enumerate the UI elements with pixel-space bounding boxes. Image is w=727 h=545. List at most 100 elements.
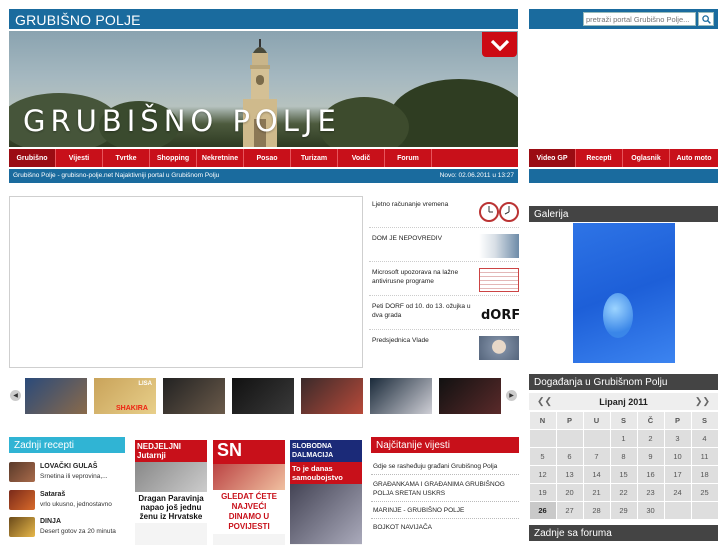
news-item[interactable]: Microsoft upozorava na lažne antivirusne… [369,264,519,296]
recipe-item[interactable]: LOVAČKI GULAŠ Srnetina ili veprovina,... [9,462,125,488]
nav-vodic[interactable]: Vodič [338,149,385,167]
calendar-day[interactable]: 9 [637,448,664,465]
nav-posao[interactable]: Posao [244,149,291,167]
recipe-thumbnail[interactable] [9,462,35,482]
search-button[interactable] [698,12,714,26]
newspaper-cover[interactable]: SN GLEDAT ĆETE NAJVEĆI DINAMO U POVIJEST… [213,440,285,545]
nav-oglasnik[interactable]: Oglasnik [623,149,670,167]
calendar-prev-button[interactable]: ❮❮ [537,396,552,407]
calendar-heading[interactable]: Događanja u Grubišnom Polju [529,374,718,390]
news-thumbnail[interactable] [479,200,519,224]
newspaper-cover[interactable]: NEDJELJNI Jutarnji Dragan Paravinja napa… [135,440,207,545]
carousel-prev-button[interactable]: ◀ [10,390,21,401]
calendar-day[interactable]: 30 [637,502,664,519]
calendar-next-button[interactable]: ❯❯ [695,396,710,407]
recipe-title[interactable]: DINJA [40,518,61,525]
recipes-heading[interactable]: Zadnji recepti [9,437,125,453]
ticker-text[interactable]: Grubišno Polje - grubisno-polje.net Naja… [13,172,219,180]
calendar-day[interactable]: 23 [637,484,664,501]
calendar-day[interactable]: 5 [529,448,556,465]
news-thumbnail[interactable] [479,336,519,360]
calendar-day[interactable]: 12 [529,466,556,483]
recipe-item[interactable]: Sataraš vrlo ukusno, jednostavno [9,490,125,516]
calendar-day[interactable]: 7 [583,448,610,465]
calendar-day[interactable]: 14 [583,466,610,483]
gallery-image[interactable] [573,223,675,363]
site-title[interactable]: GRUBIŠNO POLJE [9,9,518,29]
calendar-day[interactable]: 11 [691,448,718,465]
nav-tvrtke[interactable]: Tvrtke [103,149,150,167]
nav-nekretnine[interactable]: Nekretnine [197,149,244,167]
newspaper-cover[interactable]: SLOBODNA DALMACIJA To je danas samoubojs… [290,440,362,545]
news-item[interactable]: Ljetno računanje vremena [369,196,519,228]
carousel-thumb[interactable] [232,378,294,414]
news-item[interactable]: DOM JE NEPOVREDIV [369,230,519,262]
nav-shopping[interactable]: Shopping [150,149,197,167]
calendar-day[interactable]: 8 [610,448,637,465]
nav-forum[interactable]: Forum [385,149,432,167]
most-read-item[interactable]: BOJKOT NAVIJAČA [371,520,519,535]
most-read-item[interactable]: Gdje se rasheđuju građani Grubišnog Polj… [371,459,519,475]
carousel-thumb[interactable] [370,378,432,414]
forum-heading[interactable]: Zadnje sa foruma [529,525,718,541]
calendar-day[interactable]: 24 [664,484,691,501]
calendar-day[interactable]: 2 [637,430,664,447]
news-item[interactable]: Predsjednica Vlade [369,332,519,364]
news-title[interactable]: Microsoft upozorava na lažne antivirusne… [372,268,472,286]
calendar-day[interactable]: 16 [637,466,664,483]
recipe-thumbnail[interactable] [9,490,35,510]
calendar-day[interactable]: 21 [583,484,610,501]
recipe-title[interactable]: LOVAČKI GULAŠ [40,463,97,470]
nav-grubisno[interactable]: Grubišno [9,149,56,167]
calendar-day[interactable]: 17 [664,466,691,483]
news-title[interactable]: Ljetno računanje vremena [372,200,472,209]
search-input[interactable] [583,12,696,26]
news-thumbnail[interactable] [479,234,519,258]
news-title[interactable]: Predsjednica Vlade [372,336,472,345]
nav-turizam[interactable]: Turizam [291,149,338,167]
carousel-next-button[interactable]: ▶ [506,390,517,401]
calendar-day[interactable]: 15 [610,466,637,483]
most-read-item[interactable]: MARINJE - GRUBIŠNO POLJE [371,503,519,519]
gallery-heading[interactable]: Galerija [529,206,718,222]
calendar-day[interactable]: 20 [556,484,583,501]
recipe-title[interactable]: Sataraš [40,491,65,498]
news-ticker: Grubišno Polje - grubisno-polje.net Naja… [9,169,518,183]
calendar-day[interactable]: 1 [610,430,637,447]
carousel-thumb[interactable]: LISA SHAKIRA [94,378,156,414]
nav-vijesti[interactable]: Vijesti [56,149,103,167]
calendar-day-today[interactable]: 26 [529,502,556,519]
calendar-day[interactable]: 4 [691,430,718,447]
calendar-day[interactable]: 6 [556,448,583,465]
calendar-day[interactable]: 29 [610,502,637,519]
most-read-heading[interactable]: Najčitanije vijesti [371,437,519,453]
calendar-day[interactable]: 28 [583,502,610,519]
nav-recepti[interactable]: Recepti [576,149,623,167]
news-item[interactable]: Peti DORF od 10. do 13. ožujka u dva gra… [369,298,519,330]
carousel-thumb[interactable] [439,378,501,414]
calendar-day[interactable]: 13 [556,466,583,483]
video-player[interactable] [9,196,363,368]
calendar-day[interactable]: 10 [664,448,691,465]
calendar-day[interactable]: 18 [691,466,718,483]
news-thumbnail[interactable] [479,268,519,292]
calendar-day[interactable]: 22 [610,484,637,501]
most-read-item[interactable]: GRAĐANKAMA I GRAĐANIMA GRUBIŠNOG POLJA S… [371,477,519,502]
nav-video-gp[interactable]: Video GP [529,149,576,167]
carousel-thumb[interactable] [25,378,87,414]
most-read-news: Najčitanije vijesti Gdje se rasheđuju gr… [371,437,519,545]
calendar-day[interactable]: 27 [556,502,583,519]
nav-auto-moto[interactable]: Auto moto [670,149,718,167]
news-title[interactable]: DOM JE NEPOVREDIV [372,234,472,243]
recipe-item[interactable]: DINJA Desert gotov za 20 minuta [9,517,125,543]
chevron-left-icon: ◀ [13,393,18,399]
carousel-thumb[interactable] [301,378,363,414]
calendar-day[interactable]: 19 [529,484,556,501]
news-title[interactable]: Peti DORF od 10. do 13. ožujka u dva gra… [372,302,472,320]
expand-banner-button[interactable] [482,32,517,57]
calendar-day[interactable]: 25 [691,484,718,501]
calendar-day[interactable]: 3 [664,430,691,447]
carousel-thumb[interactable] [163,378,225,414]
recipe-thumbnail[interactable] [9,517,35,537]
news-thumbnail[interactable]: dORF [479,302,519,326]
